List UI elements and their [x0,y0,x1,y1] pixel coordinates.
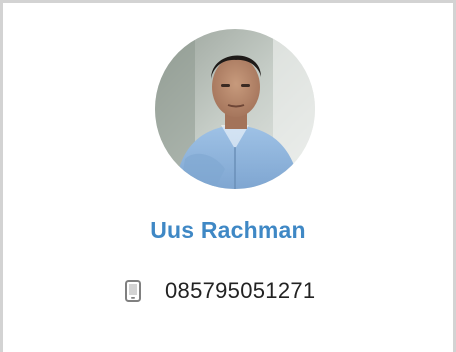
profile-avatar[interactable] [155,29,315,189]
avatar-photo [155,29,315,189]
phone-row: 085795051271 [123,277,315,305]
contact-card: Uus Rachman 085795051271 [0,0,456,352]
mobile-phone-icon [123,277,143,305]
phone-number: 085795051271 [165,278,316,303]
contact-name[interactable]: Uus Rachman [3,217,453,244]
